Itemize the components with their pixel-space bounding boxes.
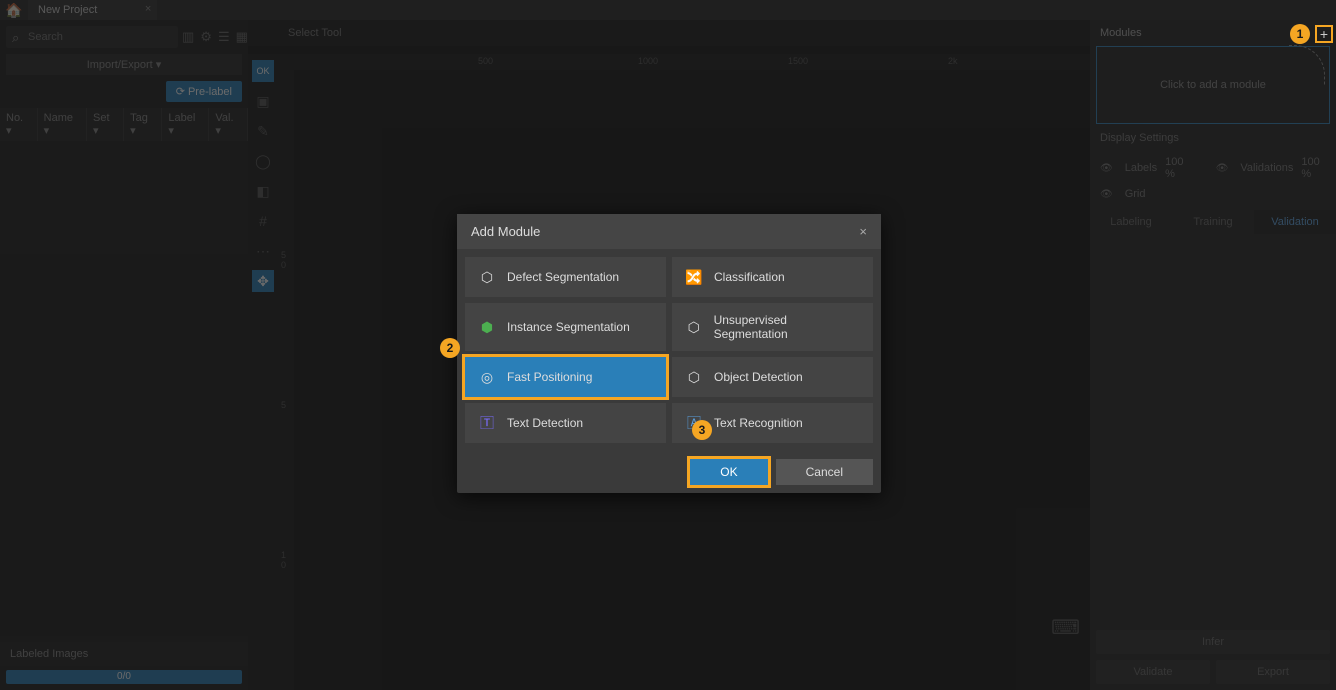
tab-labeling[interactable]: Labeling [1090,210,1172,234]
module-unsupervised-segmentation[interactable]: ⬡ Unsupervised Segmentation [672,303,873,351]
modules-title: Modules [1100,27,1142,39]
add-module-button[interactable]: + [1315,25,1333,43]
home-icon[interactable]: 🏠 [0,2,28,19]
branch-icon: 🔀 [684,267,704,287]
import-export-button[interactable]: Import/Export ▾ [6,54,242,75]
add-module-dialog: Add Module × ⬡ Defect Segmentation 🔀 Cla… [457,214,881,493]
col-val[interactable]: Val. ▾ [209,108,248,141]
dialog-title: Add Module [471,224,540,239]
module-fast-positioning[interactable]: ◎ Fast Positioning [465,357,666,397]
hexagon-icon: ⬡ [684,367,704,387]
eye-icon[interactable] [1216,162,1233,174]
project-tab[interactable]: New Project × [28,0,157,20]
text-box-icon: 🅃 [477,413,497,433]
add-module-placeholder[interactable]: Click to add a module [1096,46,1330,124]
labeled-images-label: Labeled Images [0,642,248,666]
callout-2: 2 [440,338,460,358]
target-icon: ◎ [477,367,497,387]
eye-icon[interactable] [1100,188,1117,200]
settings-icon[interactable]: ⚙ [200,29,212,45]
column-headers: No. ▾ Name ▾ Set ▾ Tag ▾ Label ▾ Val. ▾ [0,108,248,141]
ruler-horizontal: 500 1000 1500 2k [278,54,1090,70]
list-icon[interactable]: ☰ [218,29,230,45]
close-icon[interactable]: × [145,3,151,15]
prelabel-button[interactable]: Pre-label [166,81,242,102]
col-set[interactable]: Set ▾ [87,108,124,141]
ok-button[interactable]: OK [690,459,767,485]
module-object-detection[interactable]: ⬡ Object Detection [672,357,873,397]
arrow-icon [1289,45,1325,85]
labels-toggle[interactable]: Labels [1125,162,1157,174]
export-button[interactable]: Export [1216,660,1330,684]
filter-icon[interactable]: ▥ [182,29,194,45]
validations-toggle[interactable]: Validations [1240,162,1293,174]
hexagon-icon: ⬡ [684,317,704,337]
tab-validation[interactable]: Validation [1254,210,1336,234]
pen-tool-icon[interactable]: ✎ [252,120,274,142]
select-tool-label: Select Tool [248,20,1090,46]
col-tag[interactable]: Tag ▾ [124,108,162,141]
col-no[interactable]: No. ▾ [0,108,38,141]
erase-tool-icon[interactable]: ◧ [252,180,274,202]
keyboard-icon[interactable]: ⌨ [1051,615,1080,640]
col-name[interactable]: Name ▾ [38,108,87,141]
shape-tool-icon[interactable]: ◯ [252,150,274,172]
grid-tool-icon[interactable]: # [252,210,274,232]
infer-button[interactable]: Infer [1096,630,1330,654]
module-instance-segmentation[interactable]: ⬢ Instance Segmentation [465,303,666,351]
progress-bar: 0/0 [6,670,242,684]
tab-title: New Project [38,4,97,16]
callout-3: 3 [692,420,712,440]
tab-training[interactable]: Training [1172,210,1254,234]
validate-button[interactable]: Validate [1096,660,1210,684]
ruler-vertical: 5 0 5 1 0 [278,70,294,690]
module-text-detection[interactable]: 🅃 Text Detection [465,403,666,443]
display-settings-label: Display Settings [1090,124,1336,152]
grid-toggle[interactable]: Grid [1125,188,1146,200]
tool-tray: OK ▣ ✎ ◯ ◧ # ⋯ ✥ [248,54,278,690]
callout-1: 1 [1290,24,1310,44]
cancel-button[interactable]: Cancel [776,459,873,485]
hexagon-icon: ⬡ [477,267,497,287]
hexagon-green-icon: ⬢ [477,317,497,337]
module-classification[interactable]: 🔀 Classification [672,257,873,297]
more-tool-icon[interactable]: ⋯ [252,240,274,262]
col-label[interactable]: Label ▾ [162,108,209,141]
close-icon[interactable]: × [859,224,867,239]
ok-tool-icon[interactable]: OK [252,60,274,82]
crop-tool-icon[interactable]: ▣ [252,90,274,112]
eye-icon[interactable] [1100,162,1117,174]
move-tool-icon[interactable]: ✥ [252,270,274,292]
module-defect-segmentation[interactable]: ⬡ Defect Segmentation [465,257,666,297]
grid-icon[interactable]: ▦ [236,29,248,45]
search-input[interactable] [6,26,178,48]
